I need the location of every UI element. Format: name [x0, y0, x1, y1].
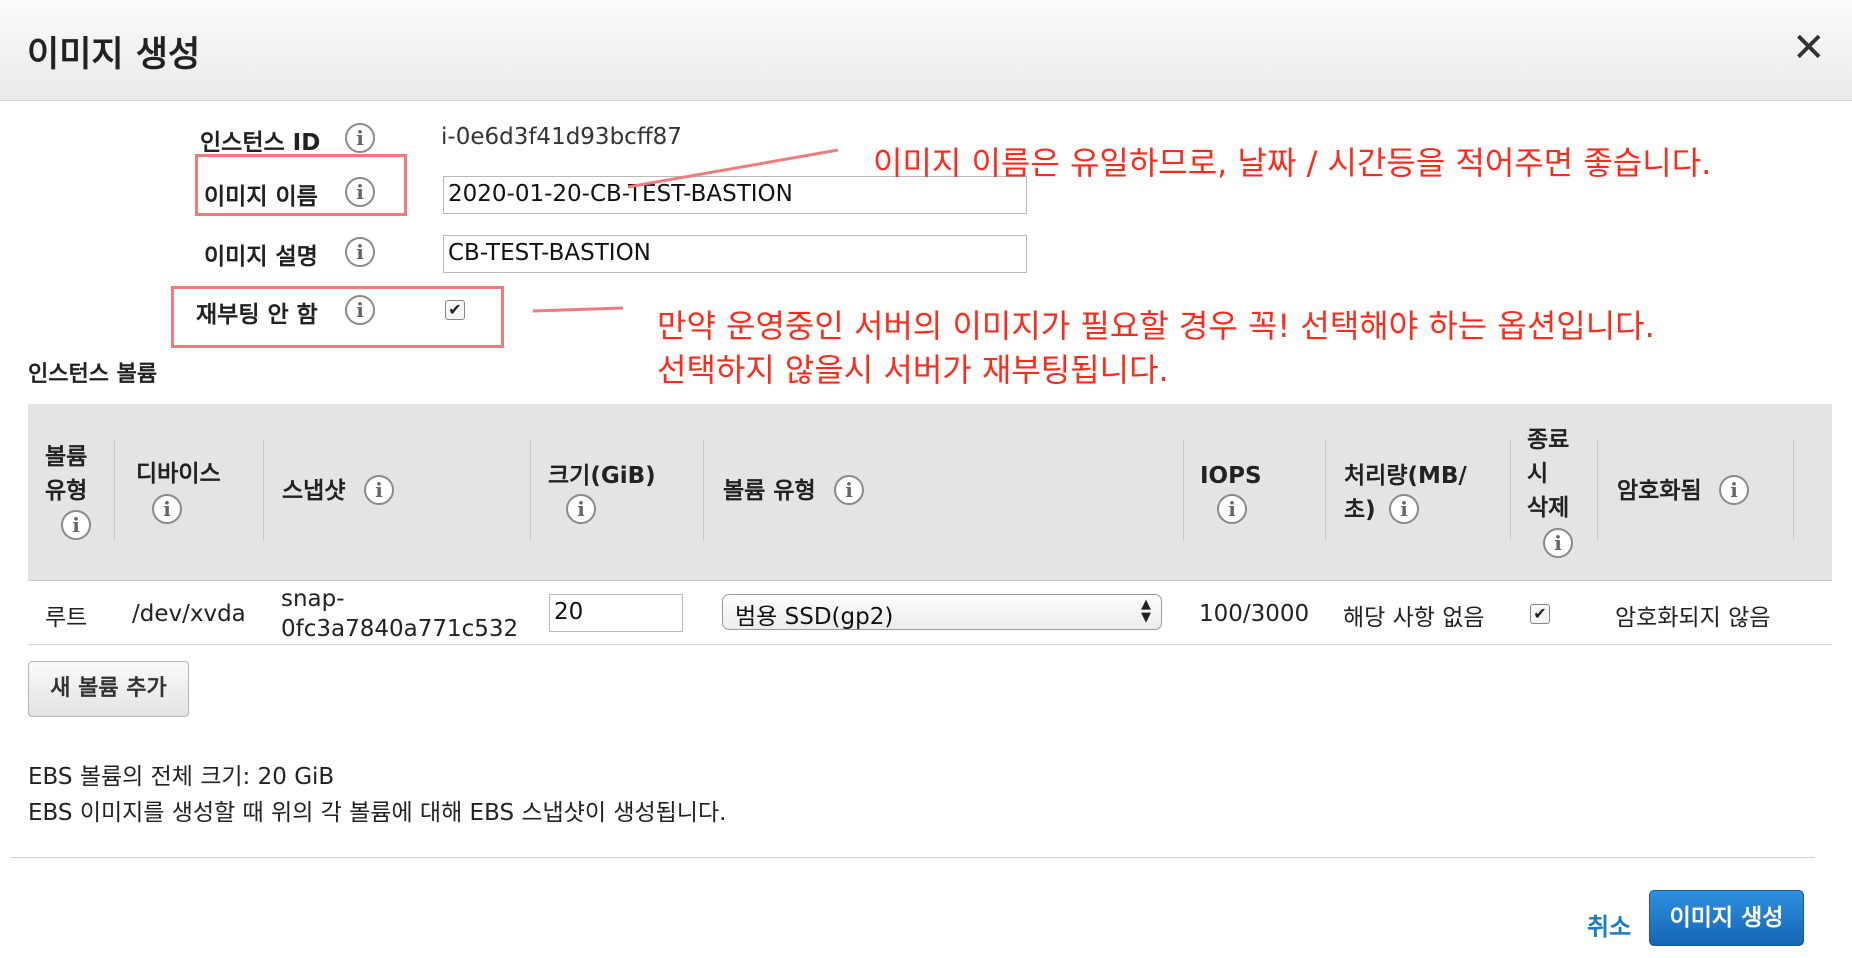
- ebs-volume-type-value: 범용 SSD(gp2): [735, 604, 894, 630]
- col-separator: [263, 440, 264, 540]
- cell-device: /dev/xvda: [132, 601, 246, 627]
- row-divider: [28, 644, 1832, 645]
- col-separator: [1793, 440, 1794, 540]
- col-delete-line1: 종료: [1527, 427, 1570, 453]
- volume-type-info-icon[interactable]: i: [61, 510, 91, 540]
- cell-encrypted: 암호화되지 않음: [1615, 605, 1771, 631]
- throughput-info-icon[interactable]: i: [1389, 494, 1419, 524]
- add-new-volume-button[interactable]: 새 볼륨 추가: [28, 661, 189, 717]
- cell-snapshot-line1: snap-: [281, 586, 345, 612]
- no-reboot-annotation-line2: 선택하지 않을시 서버가 재부팅됩니다.: [657, 351, 1169, 389]
- col-device: 디바이스: [136, 461, 221, 487]
- device-info-icon[interactable]: i: [152, 494, 182, 524]
- ebs-snapshot-note: EBS 이미지를 생성할 때 위의 각 볼륨에 대해 EBS 스냅샷이 생성됩니…: [28, 800, 727, 826]
- cell-snapshot-line2: 0fc3a7840a771c532: [281, 616, 519, 642]
- col-separator: [530, 440, 531, 540]
- col-separator: [1597, 440, 1598, 540]
- col-separator: [114, 440, 115, 540]
- cell-snapshot: snap- 0fc3a7840a771c532: [281, 584, 518, 644]
- col-volume-type: 볼륨 유형: [45, 440, 87, 508]
- delete-on-termination-info-icon[interactable]: i: [1543, 528, 1573, 558]
- col-separator: [1325, 440, 1326, 540]
- instance-volumes-heading: 인스턴스 볼륨: [28, 362, 158, 387]
- ebs-volume-type-select[interactable]: 범용 SSD(gp2) ▲ ▼: [722, 594, 1162, 630]
- col-throughput-line1: 처리량(MB/: [1344, 463, 1467, 489]
- size-info-icon[interactable]: i: [566, 494, 596, 524]
- footer-divider: [10, 857, 1815, 858]
- col-encrypted: 암호화됨: [1617, 478, 1702, 504]
- snapshot-info-icon[interactable]: i: [364, 475, 394, 505]
- select-arrows-icon: ▲ ▼: [1141, 597, 1151, 625]
- col-size: 크기(GiB): [548, 463, 656, 489]
- col-delete-line2: 시: [1527, 461, 1549, 487]
- col-snapshot: 스냅샷: [282, 478, 346, 504]
- col-separator: [1510, 440, 1511, 540]
- cell-volume-type: 루트: [45, 605, 88, 631]
- col-separator: [703, 440, 704, 540]
- cell-throughput: 해당 사항 없음: [1343, 605, 1485, 631]
- col-delete-line3: 삭제: [1527, 495, 1570, 521]
- col-volume-type-line1: 볼륨: [45, 444, 88, 470]
- encrypted-info-icon[interactable]: i: [1719, 475, 1749, 505]
- create-image-button[interactable]: 이미지 생성: [1649, 890, 1804, 946]
- ebs-volume-type-info-icon[interactable]: i: [834, 475, 864, 505]
- reboot-annotation-line: [532, 306, 624, 313]
- col-separator: [1183, 440, 1184, 540]
- name-annotation-line: [627, 148, 839, 189]
- image-name-annotation: 이미지 이름은 유일하므로, 날짜 / 시간등을 적어주면 좋습니다.: [873, 144, 1712, 182]
- col-volume-type-line2: 유형: [45, 478, 88, 504]
- ebs-total-size-text: EBS 볼륨의 전체 크기: 20 GiB: [28, 764, 335, 790]
- cancel-link[interactable]: 취소: [1587, 907, 1631, 942]
- volume-size-input[interactable]: 20: [549, 594, 683, 632]
- col-iops: IOPS: [1200, 463, 1262, 489]
- cell-iops: 100/3000: [1199, 601, 1310, 627]
- delete-on-termination-checkbox[interactable]: ✔: [1530, 604, 1550, 624]
- iops-info-icon[interactable]: i: [1217, 494, 1247, 524]
- col-delete-on-termination: 종료 시 삭제: [1527, 423, 1569, 525]
- col-ebs-volume-type: 볼륨 유형: [723, 478, 816, 504]
- no-reboot-annotation-line1: 만약 운영중인 서버의 이미지가 필요할 경우 꼭! 선택해야 하는 옵션입니다…: [657, 307, 1655, 345]
